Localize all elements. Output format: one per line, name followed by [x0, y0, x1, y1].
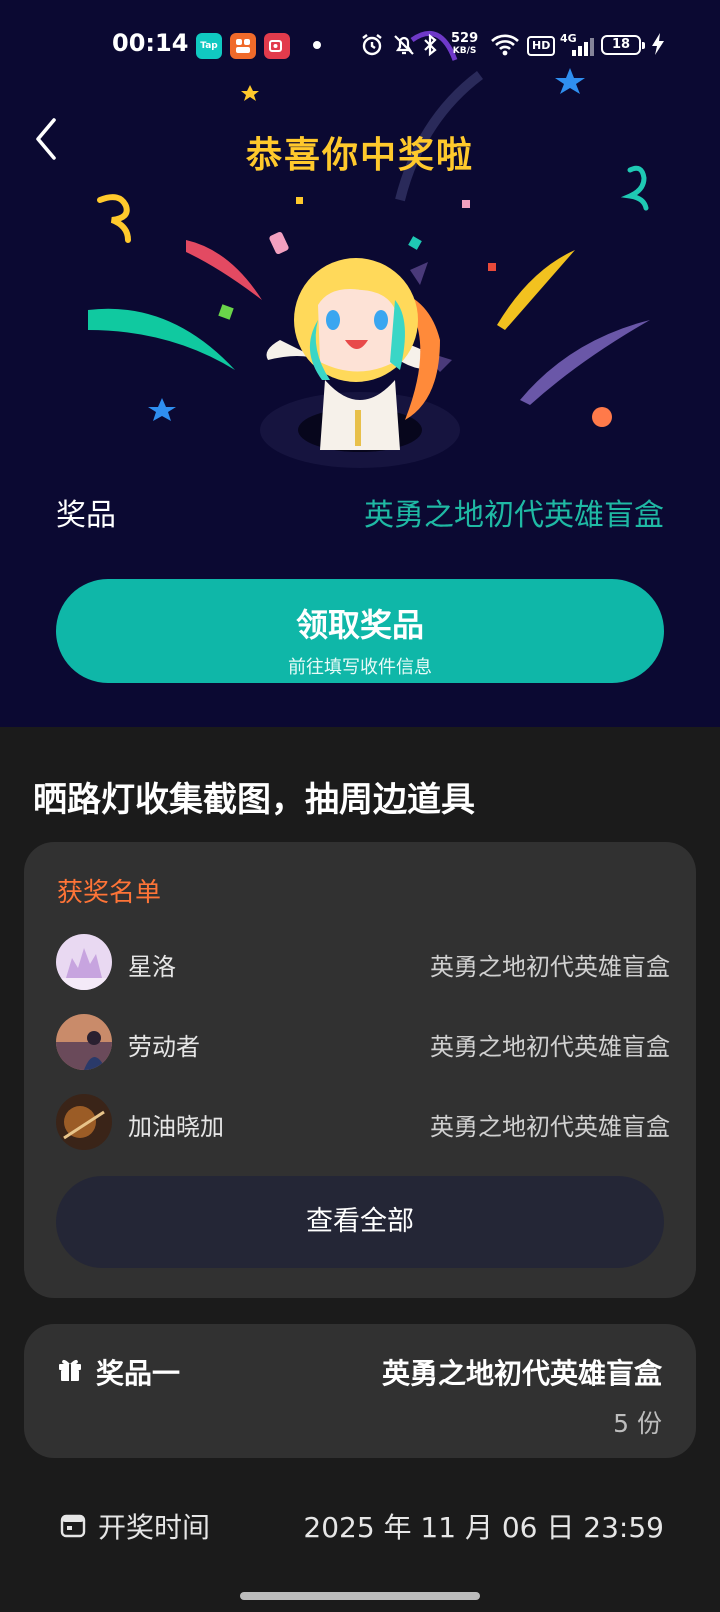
winner-row[interactable]: 劳动者 英勇之地初代英雄盲盒 [56, 1014, 670, 1072]
mute-icon [394, 35, 414, 55]
game-app-icon [230, 33, 256, 59]
page-title: 恭喜你中奖啦 [245, 135, 474, 176]
signal-bars-icon [572, 36, 594, 56]
recorder-app-icon [264, 33, 290, 59]
taptap-app-icon: Tap [196, 33, 222, 59]
winner-row[interactable]: 加油晓加 英勇之地初代英雄盲盒 [56, 1094, 670, 1152]
prize-name: 英勇之地初代英雄盲盒 [381, 1357, 662, 1390]
section-title: 晒路灯收集截图，抽周边道具 [33, 780, 475, 820]
charging-icon [652, 33, 664, 55]
draw-time-label: 开奖时间 [98, 1511, 211, 1544]
bluetooth-icon [424, 33, 437, 57]
hd-badge: HD [527, 36, 556, 56]
hero-section: 00:14 Tap 529 KB/S HD 4G 18 恭喜你中奖啦 奖品 英勇之… [0, 0, 720, 727]
status-time: 00:14 [112, 29, 189, 57]
draw-time-row: 开奖时间 2025 年 11 月 06 日 23:59 [56, 1504, 664, 1544]
winners-heading: 获奖名单 [57, 878, 162, 908]
battery-indicator: 18 [601, 35, 645, 55]
winner-row[interactable]: 星洛 英勇之地初代英雄盲盒 [56, 934, 670, 992]
status-bar: 00:14 Tap 529 KB/S HD 4G 18 [0, 0, 720, 90]
avatar [56, 934, 112, 990]
winner-name: 星洛 [128, 953, 176, 981]
view-all-button[interactable]: 查看全部 [56, 1176, 664, 1268]
prize-number-label: 奖品一 [96, 1357, 181, 1390]
prize-quantity: 5 份 [613, 1409, 662, 1438]
claim-button-title: 领取奖品 [295, 606, 424, 644]
calendar-icon [60, 1514, 86, 1538]
prize-info-card: 奖品一 英勇之地初代英雄盲盒 5 份 [24, 1324, 696, 1458]
network-speed: 529 KB/S [451, 31, 479, 56]
claim-button-subtitle: 前往填写收件信息 [288, 657, 432, 678]
alarm-icon [362, 34, 382, 56]
winner-prize: 英勇之地初代英雄盲盒 [430, 1033, 670, 1061]
avatar [56, 1014, 112, 1070]
prize-value: 英勇之地初代英雄盲盒 [364, 498, 664, 533]
star-icon [148, 398, 176, 421]
winner-name: 劳动者 [128, 1033, 200, 1061]
winner-name: 加油晓加 [128, 1113, 224, 1141]
notification-dot-icon [313, 41, 321, 49]
winner-prize: 英勇之地初代英雄盲盒 [430, 1113, 670, 1141]
avatar [56, 1094, 112, 1150]
claim-prize-button[interactable]: 领取奖品 前往填写收件信息 [56, 579, 664, 683]
winners-card: 获奖名单 星洛 英勇之地初代英雄盲盒 劳动者 英勇之地初代英雄盲盒 加油晓加 英… [24, 842, 696, 1298]
draw-time-value: 2025 年 11 月 06 日 23:59 [303, 1511, 664, 1544]
winner-prize: 英勇之地初代英雄盲盒 [430, 953, 670, 981]
wifi-icon [491, 34, 519, 56]
prize-label: 奖品 [56, 498, 116, 533]
home-indicator[interactable] [240, 1592, 480, 1600]
gift-icon [59, 1359, 81, 1381]
